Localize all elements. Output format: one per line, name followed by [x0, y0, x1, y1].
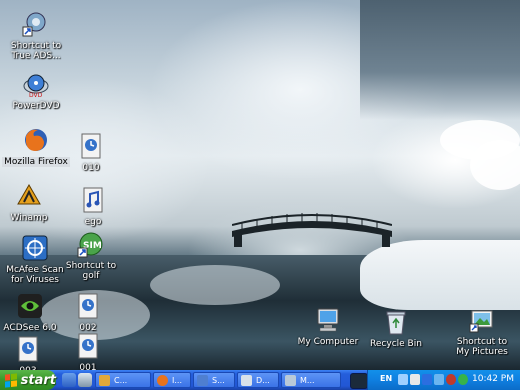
gear-shortcut-icon [20, 8, 52, 40]
document-icon [241, 375, 252, 386]
system-tray: EN 10:42 PM [367, 370, 520, 390]
recycle-bin-icon [380, 306, 412, 338]
icon-label: Recycle Bin [370, 339, 422, 349]
task-label: C... [114, 376, 128, 385]
wallpaper-sky [360, 0, 520, 120]
my-computer-icon [312, 304, 344, 336]
desktop[interactable]: Shortcut to True ADS... DVD PowerDVD Moz… [0, 0, 520, 390]
task-label: M... [300, 376, 315, 385]
application-icon [197, 375, 208, 386]
svg-text:DVD: DVD [29, 92, 43, 98]
desktop-icon-shortcut-true-ads[interactable]: Shortcut to True ADS... [1, 8, 71, 61]
taskbar-button-2[interactable]: I... [153, 372, 191, 388]
icon-label: Shortcut to True ADS... [10, 41, 62, 61]
start-button[interactable]: start [0, 370, 56, 390]
desktop-icon-file-002[interactable]: 002 [53, 290, 123, 333]
wallpaper-snowbank [360, 240, 520, 310]
window-icon [285, 375, 296, 386]
desktop-icon-shortcut-my-pictures[interactable]: Shortcut to My Pictures [445, 304, 519, 357]
quick-launch-browser-icon[interactable] [78, 373, 92, 387]
volume-icon[interactable] [410, 374, 420, 385]
firefox-icon [20, 124, 52, 156]
desktop-icon-powerdvd[interactable]: DVD PowerDVD [1, 68, 71, 111]
media-file-icon [72, 330, 104, 362]
media-file-icon [75, 130, 107, 162]
wallpaper-bridge [232, 213, 392, 247]
desktop-icon-ego[interactable]: ego [58, 184, 128, 227]
icon-label: My Computer [297, 337, 359, 347]
tray-app-icon[interactable] [422, 374, 432, 385]
task-label: D... [256, 376, 270, 385]
taskbar-scroll-button[interactable] [350, 373, 368, 389]
task-label: S... [212, 376, 225, 385]
language-indicator[interactable]: EN [380, 374, 392, 383]
media-file-icon [12, 333, 44, 365]
quick-launch-desktop-icon[interactable] [62, 373, 76, 387]
icon-label: Shortcut to golf [65, 261, 117, 281]
icon-label: Shortcut to My Pictures [456, 337, 508, 357]
sim-icon: SIM [75, 228, 107, 260]
taskbar: start C... I... S... D... M... EN 10:42 … [0, 370, 520, 390]
pictures-icon [466, 304, 498, 336]
icon-label: 010 [82, 163, 100, 173]
taskbar-button-3[interactable]: S... [193, 372, 235, 388]
wallpaper-cloud [470, 140, 520, 190]
icon-label: ACDSee 6.0 [3, 323, 57, 333]
acdsee-icon [14, 290, 46, 322]
desktop-icon-my-computer[interactable]: My Computer [292, 304, 364, 347]
taskbar-button-1[interactable]: C... [95, 372, 151, 388]
icon-label: Winamp [10, 213, 48, 223]
start-label: start [20, 372, 56, 388]
media-file-icon [72, 290, 104, 322]
desktop-icon-file-001[interactable]: 001 [53, 330, 123, 373]
task-label: I... [172, 376, 182, 385]
clock[interactable]: 10:42 PM [472, 374, 514, 384]
folder-icon [99, 375, 110, 386]
mcafee-icon [19, 232, 51, 264]
taskbar-button-4[interactable]: D... [237, 372, 279, 388]
wallpaper-reflection [150, 265, 280, 305]
powerdvd-icon: DVD [20, 68, 52, 100]
audio-file-icon [77, 184, 109, 216]
tray-app-icon[interactable] [434, 374, 444, 385]
desktop-icon-shortcut-golf[interactable]: SIM Shortcut to golf [56, 228, 126, 281]
desktop-icon-recycle-bin[interactable]: Recycle Bin [361, 306, 431, 349]
firefox-icon [157, 375, 168, 386]
winamp-icon [13, 180, 45, 212]
icon-label: ego [84, 217, 102, 227]
desktop-icon-file-010[interactable]: 010 [56, 130, 126, 173]
update-icon[interactable] [458, 374, 468, 385]
taskbar-button-5[interactable]: M... [281, 372, 341, 388]
network-icon[interactable] [398, 374, 408, 385]
security-icon[interactable] [446, 374, 456, 385]
windows-logo-icon [5, 372, 17, 388]
desktop-icon-winamp[interactable]: Winamp [0, 180, 64, 223]
icon-label: PowerDVD [12, 101, 60, 111]
